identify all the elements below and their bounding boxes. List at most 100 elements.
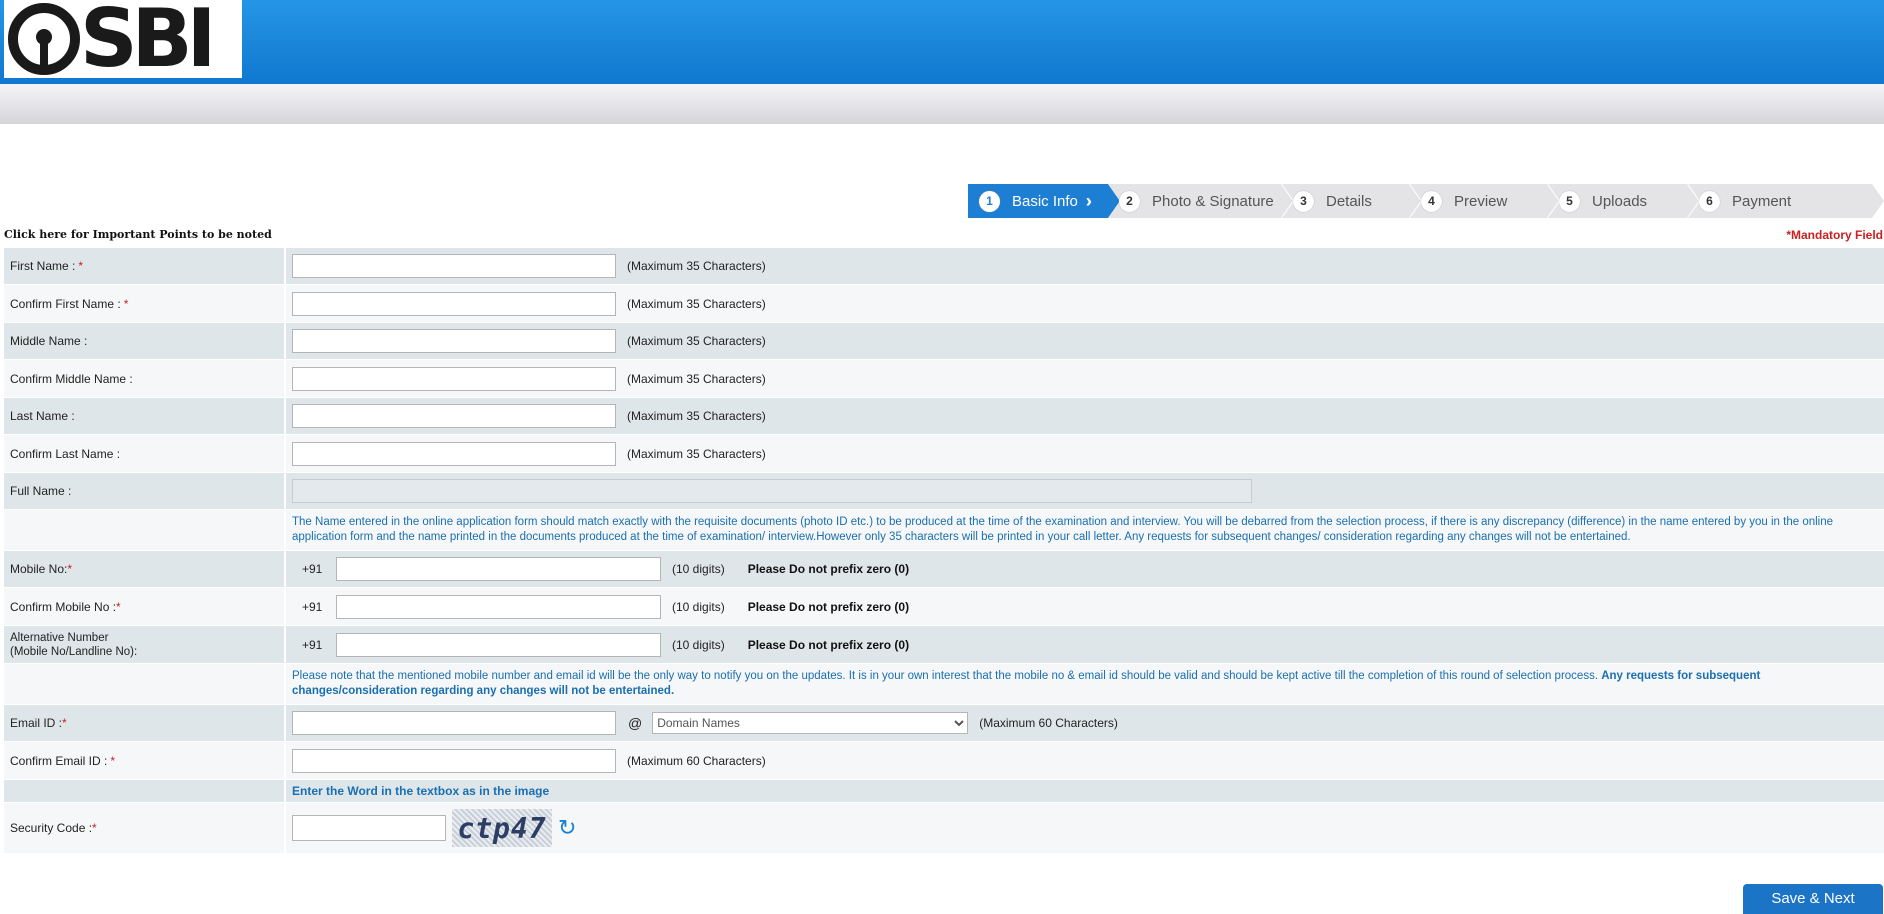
confirm-mobile-row: Confirm Mobile No : * +91 (10 digits) Pleas… [4, 588, 1884, 626]
max-chars-hint: (Maximum 35 Characters) [627, 446, 766, 461]
mobile-input[interactable] [336, 557, 661, 581]
country-code: +91 [302, 599, 323, 614]
important-points-link[interactable]: Click here for Important Points to be no… [4, 228, 272, 241]
refresh-captcha-icon[interactable]: ↻ [558, 815, 576, 841]
email-row: Email ID : * @ Domain Names (Maximum 60 Cha… [4, 705, 1884, 742]
step-label: Details [1326, 192, 1372, 210]
required-marker: * [92, 821, 97, 835]
confirm-email-input[interactable] [292, 748, 616, 773]
confirm-email-row: Confirm Email ID : * (Maximum 60 Characte… [4, 742, 1884, 780]
step-number: 4 [1421, 190, 1442, 212]
label-text: Email ID : [10, 716, 63, 730]
confirm-last-name-label: Confirm Last Name : [4, 435, 284, 472]
confirm-first-name-input[interactable] [292, 291, 616, 316]
digits-hint: (10 digits) [672, 562, 725, 576]
step-details[interactable]: 3 Details [1282, 184, 1422, 218]
last-name-row: Last Name : (Maximum 35 Characters) [4, 398, 1884, 435]
digits-hint: (10 digits) [672, 599, 725, 614]
step-payment[interactable]: 6 Payment [1688, 184, 1884, 218]
security-code-label: Security Code : * [4, 803, 284, 853]
first-name-row: First Name : * (Maximum 35 Characters) [4, 248, 1884, 285]
required-marker: * [123, 296, 129, 311]
step-label: Payment [1732, 192, 1792, 210]
label-text: Security Code : [10, 821, 93, 835]
step-number: 1 [979, 190, 1000, 212]
save-next-button[interactable]: Save & Next [1743, 884, 1883, 914]
step-preview[interactable]: 4 Preview [1410, 184, 1560, 218]
alt-number-label: Alternative Number (Mobile No/Landline No… [4, 626, 284, 663]
required-marker: * [62, 716, 67, 730]
sbi-logo-icon [8, 3, 80, 75]
mandatory-field-note: *Mandatory Field [1786, 228, 1883, 242]
logo-text: SBI [80, 0, 216, 85]
last-name-input[interactable] [292, 404, 616, 428]
max-chars-hint: (Maximum 60 Characters) [627, 753, 766, 768]
step-label: Basic Info [1012, 192, 1078, 210]
confirm-mobile-input[interactable] [336, 594, 661, 619]
note-text: Please note that the mentioned mobile nu… [292, 670, 1599, 682]
label-text: Mobile No: [10, 562, 68, 576]
site-header: SBI [0, 0, 1884, 84]
required-marker: * [110, 753, 116, 768]
country-code: +91 [302, 562, 323, 576]
alt-number-row: Alternative Number (Mobile No/Landline No… [4, 626, 1884, 664]
basic-info-form: First Name : * (Maximum 35 Characters) Co… [4, 248, 1884, 854]
middle-name-label: Middle Name : [4, 323, 284, 359]
security-code-row: Security Code : * ctp47 ↻ [4, 803, 1884, 854]
no-zero-note: Please Do not prefix zero (0) [747, 637, 910, 652]
sbi-logo: SBI [4, 0, 242, 85]
contact-validity-note: Please note that the mentioned mobile nu… [292, 665, 1884, 703]
alt-number-input[interactable] [336, 632, 661, 657]
confirm-first-name-row: Confirm First Name : * (Maximum 35 Charac… [4, 285, 1884, 323]
required-marker: * [78, 259, 84, 273]
step-number: 3 [1293, 190, 1314, 212]
step-label: Uploads [1592, 192, 1648, 210]
step-label: Photo & Signature [1152, 192, 1274, 210]
label-line-1: Alternative Number [10, 631, 109, 644]
max-chars-hint: (Maximum 35 Characters) [627, 296, 766, 311]
confirm-middle-name-input[interactable] [292, 366, 616, 391]
step-uploads[interactable]: 5 Uploads [1548, 184, 1700, 218]
confirm-email-label: Confirm Email ID : * [4, 742, 284, 779]
step-number: 6 [1699, 190, 1720, 212]
step-number: 5 [1559, 190, 1580, 212]
max-chars-hint: (Maximum 35 Characters) [627, 259, 766, 273]
captcha-instruction: Enter the Word in the textbox as in the … [292, 784, 550, 798]
name-note-row: The Name entered in the online applicati… [4, 510, 1884, 551]
confirm-last-name-row: Confirm Last Name : (Maximum 35 Characte… [4, 435, 1884, 473]
first-name-label: First Name : * [4, 248, 284, 284]
required-marker: * [116, 599, 121, 614]
digits-hint: (10 digits) [672, 637, 725, 652]
last-name-label: Last Name : [4, 398, 284, 434]
step-number: 2 [1119, 190, 1140, 212]
max-chars-hint: (Maximum 35 Characters) [627, 371, 766, 386]
email-user-input[interactable] [292, 711, 616, 735]
email-domain-select[interactable]: Domain Names [652, 712, 969, 734]
required-marker: * [67, 562, 73, 576]
confirm-last-name-input[interactable] [292, 441, 616, 466]
confirm-middle-name-row: Confirm Middle Name : (Maximum 35 Charac… [4, 360, 1884, 398]
no-zero-note: Please Do not prefix zero (0) [747, 562, 910, 576]
label-text: Confirm Mobile No : [10, 599, 117, 614]
middle-name-input[interactable] [292, 329, 616, 353]
label-text: Confirm Email ID : [10, 753, 108, 768]
confirm-mobile-label: Confirm Mobile No : * [4, 588, 284, 625]
captcha-image: ctp47 [452, 809, 552, 847]
country-code: +91 [302, 637, 323, 652]
progress-steps: 1 Basic Info ›› 2 Photo & Signature 3 De… [968, 184, 1884, 218]
max-chars-hint: (Maximum 60 Characters) [979, 716, 1118, 730]
full-name-row: Full Name : [4, 473, 1884, 510]
full-name-label: Full Name : [4, 473, 284, 509]
max-chars-hint: (Maximum 35 Characters) [627, 334, 766, 348]
step-basic-info[interactable]: 1 Basic Info ›› [968, 184, 1120, 218]
first-name-input[interactable] [292, 254, 616, 278]
middle-name-row: Middle Name : (Maximum 35 Characters) [4, 323, 1884, 360]
sub-header-bar [0, 84, 1884, 124]
label-text: Confirm First Name : [10, 296, 121, 311]
step-photo-signature[interactable]: 2 Photo & Signature [1108, 184, 1294, 218]
no-zero-note: Please Do not prefix zero (0) [747, 599, 910, 614]
security-code-input[interactable] [292, 815, 446, 841]
at-symbol: @ [628, 715, 643, 731]
name-matching-note: The Name entered in the online applicati… [292, 516, 1834, 543]
step-label: Preview [1454, 192, 1508, 210]
